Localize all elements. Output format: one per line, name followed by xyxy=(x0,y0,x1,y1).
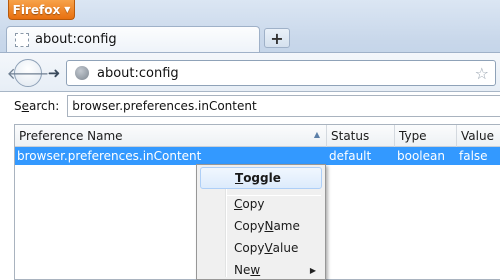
arrow-right-icon: ➜ xyxy=(47,64,61,82)
menu-item-copy[interactable]: Copy xyxy=(200,193,322,215)
column-header-preference-name[interactable]: Preference Name ▲ xyxy=(15,125,327,147)
menu-item-toggle[interactable]: Toggle xyxy=(200,167,322,189)
cell-status: default xyxy=(329,149,372,163)
menu-item-new[interactable]: Ne w ▶ xyxy=(200,259,322,280)
cell-value: false xyxy=(459,149,488,163)
cell-type: boolean xyxy=(397,149,445,163)
page-icon xyxy=(15,32,29,47)
tree-header: Preference Name ▲ Status Type Value xyxy=(15,125,500,147)
column-header-status[interactable]: Status xyxy=(327,125,395,147)
back-button[interactable]: 🡐 xyxy=(7,59,49,87)
search-row: Search: xyxy=(14,95,500,117)
search-label: Search: xyxy=(14,99,60,113)
context-menu: Toggle Copy Copy Name Copy Value Ne w ▶ xyxy=(196,164,326,280)
table-row[interactable]: browser.preferences.inContent default bo… xyxy=(15,147,500,165)
url-bar[interactable]: about:config ☆ xyxy=(66,60,496,86)
forward-button[interactable]: ➜ xyxy=(44,63,64,83)
column-header-type[interactable]: Type xyxy=(395,125,457,147)
globe-icon xyxy=(75,66,89,80)
plus-icon: + xyxy=(270,28,284,48)
bookmark-star-icon[interactable]: ☆ xyxy=(475,64,489,83)
browser-chrome: Firefox ▼ about:config + 🡐 ➜ about:confi… xyxy=(0,0,500,92)
menu-item-copy-name[interactable]: Copy Name xyxy=(200,215,322,237)
new-tab-button[interactable]: + xyxy=(264,28,290,48)
firefox-menu-button[interactable]: Firefox ▼ xyxy=(8,0,75,20)
column-header-value[interactable]: Value xyxy=(457,125,500,147)
cell-preference-name: browser.preferences.inContent xyxy=(17,149,202,163)
tab-title: about:config xyxy=(35,32,117,47)
firefox-menu-label: Firefox xyxy=(12,2,61,17)
menu-item-copy-value[interactable]: Copy Value xyxy=(200,237,322,259)
tab-about-config[interactable]: about:config xyxy=(6,26,260,52)
chevron-down-icon: ▼ xyxy=(64,5,71,14)
search-input[interactable] xyxy=(67,95,500,117)
url-text: about:config xyxy=(97,65,179,81)
sort-ascending-icon: ▲ xyxy=(313,130,320,139)
navigation-toolbar: 🡐 ➜ about:config ☆ xyxy=(0,52,500,92)
chevron-right-icon: ▶ xyxy=(309,265,316,275)
